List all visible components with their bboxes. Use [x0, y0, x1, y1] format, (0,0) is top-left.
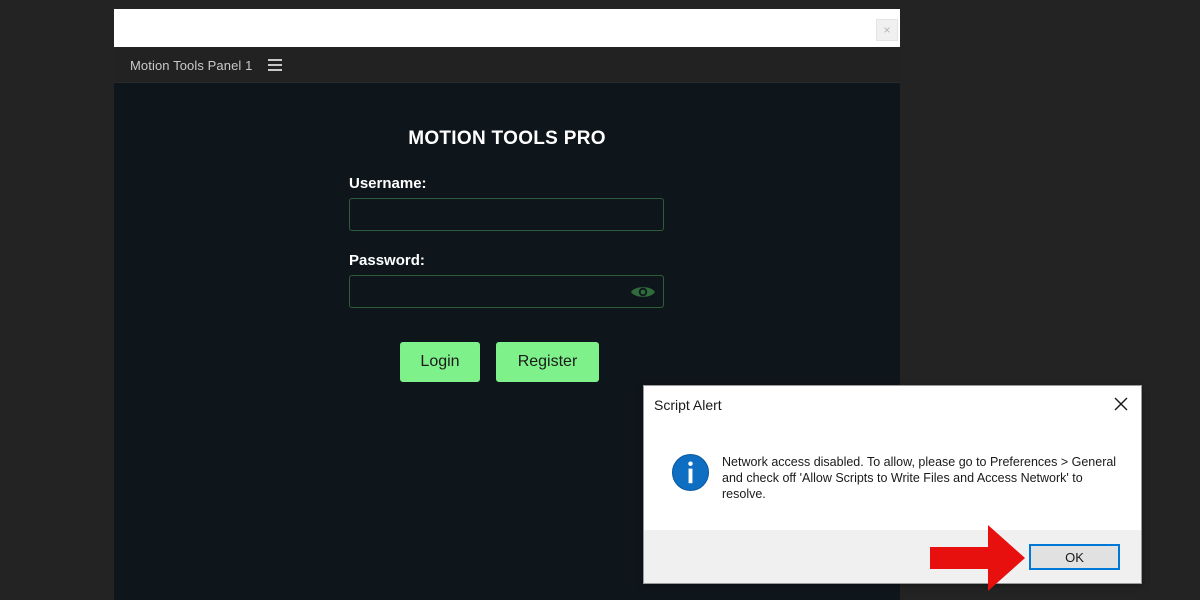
desktop-stage: × Motion Tools Panel 1 MOTION TOOLS PRO … [0, 0, 1200, 600]
alert-footer: OK [644, 530, 1141, 583]
window-titlebar: × [114, 9, 900, 47]
window-close-button[interactable]: × [876, 19, 898, 41]
register-button[interactable]: Register [496, 342, 599, 382]
alert-title: Script Alert [654, 397, 722, 413]
panel-tab-title[interactable]: Motion Tools Panel 1 [130, 58, 252, 73]
username-label: Username: [349, 175, 427, 192]
app-title: MOTION TOOLS PRO [408, 128, 606, 149]
username-input[interactable] [349, 198, 664, 231]
eye-icon[interactable] [630, 284, 656, 300]
hamburger-icon[interactable] [268, 59, 282, 71]
panel-tabbar: Motion Tools Panel 1 [114, 47, 900, 83]
password-label: Password: [349, 252, 425, 269]
info-icon [671, 453, 710, 492]
login-button[interactable]: Login [400, 342, 480, 382]
script-alert-dialog: Script Alert Network access disabled. To… [643, 385, 1142, 584]
password-input[interactable] [349, 275, 664, 308]
close-icon[interactable] [1111, 394, 1131, 414]
alert-message: Network access disabled. To allow, pleas… [722, 455, 1117, 501]
ok-button[interactable]: OK [1029, 544, 1120, 570]
red-arrow-icon [930, 525, 1025, 591]
